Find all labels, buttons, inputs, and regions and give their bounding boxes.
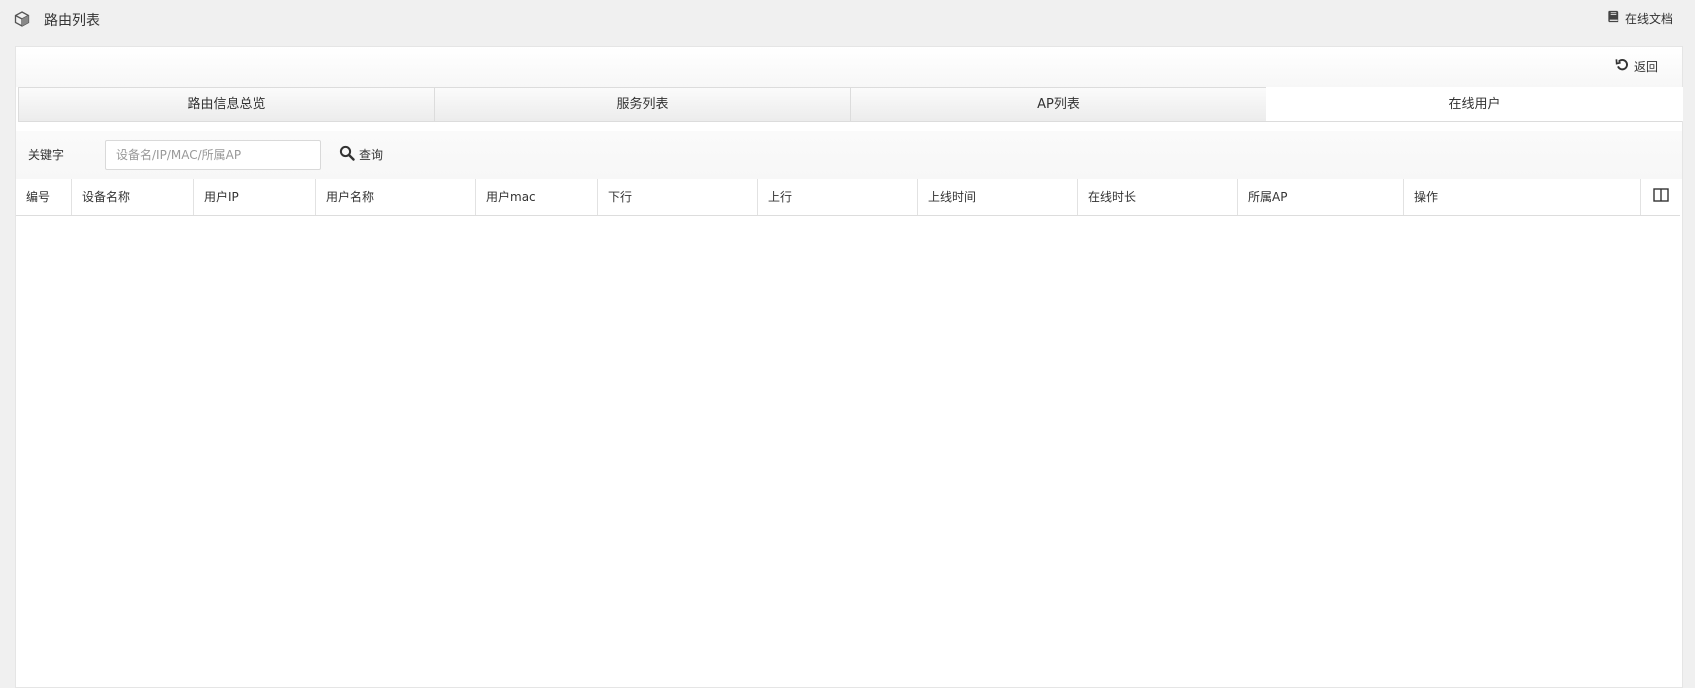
column-header-uplink[interactable]: 上行 bbox=[758, 179, 918, 215]
page-header: 路由列表 在线文档 bbox=[0, 0, 1695, 38]
online-docs-link[interactable]: 在线文档 bbox=[1606, 9, 1673, 27]
column-header-ap[interactable]: 所属AP bbox=[1238, 179, 1404, 215]
column-header-actions[interactable]: 操作 bbox=[1404, 179, 1640, 215]
column-header-user-ip[interactable]: 用户IP bbox=[194, 179, 316, 215]
table-header: 编号 设备名称 用户IP 用户名称 用户mac 下行 上行 上线时间 在线时长 … bbox=[16, 179, 1680, 216]
column-header-device-name[interactable]: 设备名称 bbox=[72, 179, 194, 215]
keyword-input[interactable] bbox=[105, 140, 321, 170]
columns-icon bbox=[1652, 188, 1669, 206]
tab-online-users[interactable]: 在线用户 bbox=[1266, 87, 1683, 121]
column-header-online-duration[interactable]: 在线时长 bbox=[1078, 179, 1238, 215]
cube-icon bbox=[14, 11, 30, 27]
undo-icon bbox=[1615, 57, 1630, 75]
keyword-label: 关键字 bbox=[28, 148, 65, 162]
tab-bar: 路由信息总览 服务列表 AP列表 在线用户 bbox=[18, 87, 1683, 122]
search-button-label: 查询 bbox=[359, 148, 384, 162]
tab-ap-list[interactable]: AP列表 bbox=[850, 87, 1267, 121]
column-header-online-time[interactable]: 上线时间 bbox=[918, 179, 1078, 215]
search-icon bbox=[339, 145, 355, 164]
column-header-downlink[interactable]: 下行 bbox=[598, 179, 758, 215]
column-header-user-name[interactable]: 用户名称 bbox=[316, 179, 476, 215]
page-title: 路由列表 bbox=[44, 13, 100, 29]
main-panel: 返回 路由信息总览 服务列表 AP列表 在线用户 关键字 查询 编号 设备名称 … bbox=[15, 46, 1683, 688]
column-header-user-mac[interactable]: 用户mac bbox=[476, 179, 598, 215]
back-button[interactable]: 返回 bbox=[1615, 57, 1658, 75]
tab-route-overview[interactable]: 路由信息总览 bbox=[18, 87, 435, 121]
search-bar: 关键字 查询 bbox=[16, 131, 1682, 179]
column-header-id[interactable]: 编号 bbox=[16, 179, 72, 215]
search-button[interactable]: 查询 bbox=[339, 145, 383, 164]
panel-toolbar: 返回 bbox=[16, 47, 1682, 87]
tab-service-list[interactable]: 服务列表 bbox=[434, 87, 851, 121]
column-toggle-button[interactable] bbox=[1640, 179, 1680, 215]
online-docs-label: 在线文档 bbox=[1624, 11, 1673, 26]
book-icon bbox=[1606, 9, 1621, 27]
back-label: 返回 bbox=[1633, 59, 1658, 74]
